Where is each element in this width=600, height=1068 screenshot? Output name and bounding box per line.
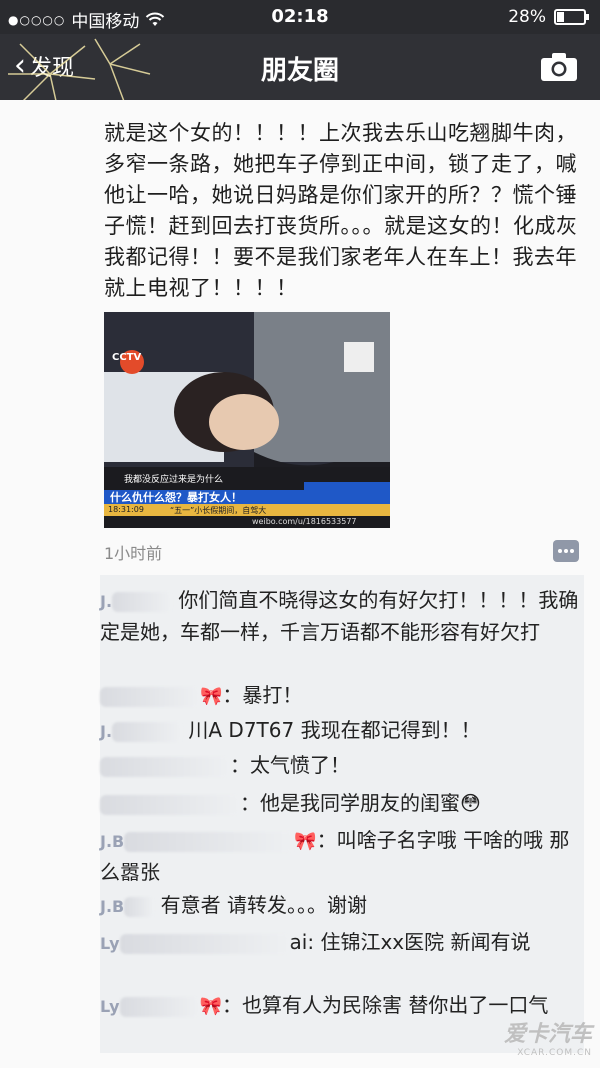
redacted-name bbox=[100, 794, 240, 815]
nav-bar: ‹ 发现 朋友圈 bbox=[0, 34, 600, 100]
comment-author[interactable]: J. bbox=[100, 592, 112, 611]
redacted-name bbox=[124, 896, 155, 917]
bow-emoji-icon: 🎀 bbox=[199, 996, 222, 1017]
status-bar: ●○○○○ 中国移动 02:18 28% bbox=[0, 0, 600, 34]
comment-author[interactable]: J.B bbox=[100, 832, 124, 851]
redacted-name bbox=[100, 686, 200, 707]
site-watermark: 爱卡汽车 XCAR.COM.CN bbox=[504, 1016, 592, 1058]
channel-logo: CCTV bbox=[112, 352, 142, 363]
battery-fill bbox=[557, 12, 564, 22]
watermark-url: XCAR.COM.CN bbox=[517, 1048, 592, 1058]
ticker-top: 我都没反应过来是为什么 bbox=[124, 475, 224, 485]
status-right: 28% bbox=[508, 7, 589, 27]
page-title: 朋友圈 bbox=[260, 56, 339, 86]
comment-text: ：太气愤了！ bbox=[230, 753, 350, 777]
comment-row[interactable]: 🎀：暴打！ bbox=[100, 680, 584, 712]
comment-row[interactable]: J.B 🎀：叫啥子名字哦 干啥的哦 那么嚣张 bbox=[100, 825, 584, 887]
photo-clock: 18:31:09 bbox=[108, 505, 144, 514]
comment-row[interactable]: Ly ai: 住锦江xx医院 新闻有说 bbox=[100, 927, 584, 959]
comment-row[interactable]: ：他是我同学朋友的闺蜜😳 bbox=[100, 788, 584, 820]
comment-row[interactable]: J. 你们简直不晓得这女的有好欠打！！！！我确定是她，车都一样，千言万语都不能形… bbox=[100, 585, 584, 647]
comment-row[interactable]: J.B 有意者 请转发。。。谢谢 bbox=[100, 890, 584, 922]
camera-icon[interactable] bbox=[540, 52, 578, 82]
photo-strip: “五一”小长假期间，自驾大 bbox=[170, 506, 267, 515]
comment-text: ：也算有人为民除害 替你出了一口气 bbox=[221, 993, 549, 1017]
redacted-name bbox=[112, 591, 173, 612]
redacted-name bbox=[100, 756, 230, 777]
dot-icon bbox=[570, 549, 574, 553]
post-photo[interactable]: CCTV 我都没反应过来是为什么 什么仇什么怨？暴打女人！ 18:31:09 “… bbox=[104, 312, 390, 528]
comment-row[interactable]: J. 川A D7T67 我现在都记得到！！ bbox=[100, 715, 584, 747]
redacted-name bbox=[124, 831, 295, 852]
watermark-logo: 爱卡汽车 bbox=[503, 1022, 592, 1047]
comment-author[interactable]: Ly bbox=[100, 997, 120, 1016]
comments-panel: J. 你们简直不晓得这女的有好欠打！！！！我确定是她，车都一样，千言万语都不能形… bbox=[100, 575, 584, 1053]
comment-menu-button[interactable] bbox=[553, 540, 579, 562]
redacted-name bbox=[112, 721, 183, 742]
comment-text: 有意者 请转发。。。谢谢 bbox=[160, 893, 367, 917]
comment-text: ：暴打！ bbox=[222, 683, 303, 707]
battery-icon bbox=[554, 9, 589, 25]
battery-percent: 28% bbox=[508, 7, 546, 27]
dot-icon bbox=[558, 549, 562, 553]
comment-text: 川A D7T67 我现在都记得到！！ bbox=[188, 718, 481, 742]
photo-credit: weibo.com/u/1816533577 bbox=[252, 517, 357, 526]
photo-headline: 什么仇什么怨？暴打女人！ bbox=[110, 491, 242, 504]
redacted-name bbox=[119, 933, 290, 954]
post-text: 就是这个女的！！！！上次我去乐山吃翘脚牛肉，多窄一条路，她把车子停到正中间，锁了… bbox=[104, 121, 578, 300]
post-time: 1小时前 bbox=[104, 544, 163, 563]
comment-author[interactable]: Ly bbox=[100, 934, 120, 953]
comment-text: ：他是我同学朋友的闺蜜😳 bbox=[240, 791, 481, 815]
dot-icon bbox=[564, 549, 568, 553]
comment-row[interactable]: ：太气愤了！ bbox=[100, 750, 584, 782]
bow-emoji-icon: 🎀 bbox=[200, 686, 223, 707]
redacted-name bbox=[119, 996, 200, 1017]
comment-author[interactable]: J.B bbox=[100, 897, 124, 916]
avatar[interactable] bbox=[22, 118, 92, 158]
comment-text: ai: 住锦江xx医院 新闻有说 bbox=[289, 930, 531, 954]
comment-author[interactable]: J. bbox=[100, 722, 112, 741]
bow-emoji-icon: 🎀 bbox=[294, 831, 317, 852]
